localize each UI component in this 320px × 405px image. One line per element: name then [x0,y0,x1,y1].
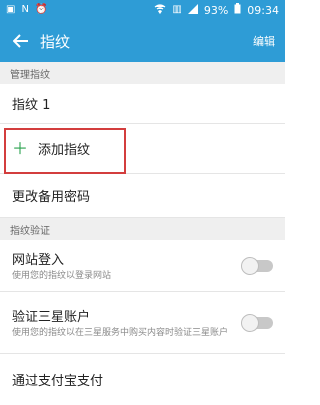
alipay-payment-label: 通过支付宝支付 [12,373,104,389]
alarm-icon: ⏰ [34,4,48,15]
add-fingerprint-label: 添加指纹 [38,143,91,158]
status-right-icons: ▥ 93% 09:34 [154,3,279,17]
notification-icon: ▣ [6,4,16,15]
verify-samsung-account-toggle[interactable] [241,313,273,332]
change-backup-password-item[interactable]: 更改备用密码 [0,174,285,218]
status-time: 09:34 [247,3,279,17]
verify-samsung-account-description: 使用您的指纹以在三星服务中购买内容时验证三星账户 [12,327,229,338]
app-bar: 指纹 编辑 [0,20,285,62]
alipay-payment-item[interactable]: 通过支付宝支付 [0,354,285,404]
verify-samsung-account-title: 验证三星账户 [12,309,91,325]
edit-button[interactable]: 编辑 [253,33,275,49]
battery-percent: 93% [203,3,229,17]
toggle-knob [241,256,259,275]
sim-icon: ▥ [172,4,182,15]
verify-samsung-account-texts: 验证三星账户 使用您的指纹以在三星服务中购买内容时验证三星账户 [12,306,243,339]
toggle-knob [241,313,259,332]
battery-icon [234,3,241,17]
section-header-fingerprint-verification: 指纹验证 [0,218,285,240]
web-login-toggle[interactable] [241,256,273,275]
status-bar: ▣ N ⏰ ▥ 93% 09:34 [0,0,285,20]
fingerprint-1-item[interactable]: 指纹 1 [0,84,285,124]
wifi-icon [154,3,166,17]
nfc-icon: N [21,4,29,15]
page-title: 指纹 [40,32,71,51]
plus-icon: ＋ [12,138,29,158]
signal-icon [187,3,198,17]
web-login-description: 使用您的指纹以登录网站 [12,270,112,281]
fingerprint-1-label: 指纹 1 [12,98,51,113]
web-login-item[interactable]: 网站登入 使用您的指纹以登录网站 [0,240,285,292]
verify-samsung-account-item[interactable]: 验证三星账户 使用您的指纹以在三星服务中购买内容时验证三星账户 [0,292,285,354]
web-login-texts: 网站登入 使用您的指纹以登录网站 [12,249,243,282]
change-backup-password-label: 更改备用密码 [12,190,91,205]
web-login-title: 网站登入 [12,252,65,268]
add-fingerprint-item[interactable]: ＋ 添加指纹 [0,124,285,174]
status-left-icons: ▣ N ⏰ [6,5,47,15]
section-header-manage-fingerprints: 管理指纹 [0,62,285,84]
back-arrow-icon[interactable] [10,30,32,52]
